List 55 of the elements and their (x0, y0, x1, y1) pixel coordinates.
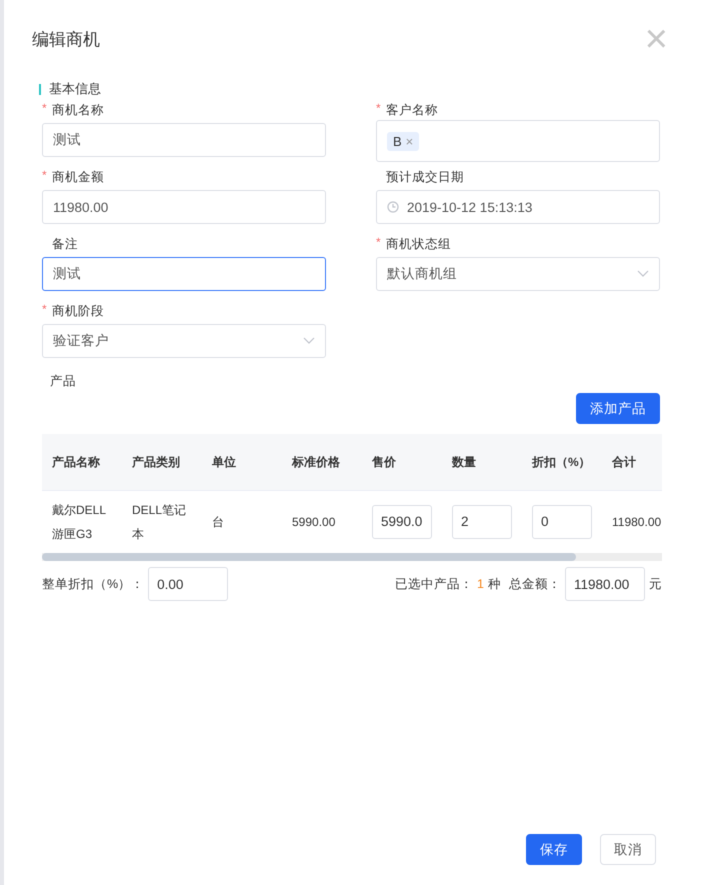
column-header: 合计 (611, 454, 637, 471)
save-button[interactable]: 保存 (526, 834, 582, 865)
input-field[interactable]: 测试 (42, 123, 326, 157)
selected-label: 已选中产品： (395, 576, 474, 592)
column-header: 单位 (211, 454, 237, 471)
field-label: 商机金额 (52, 169, 104, 186)
column-header: 数量 (450, 454, 477, 471)
field-label: 产品 (50, 373, 77, 390)
section-marker (39, 84, 41, 94)
input-field[interactable]: 11980.00 (42, 190, 326, 224)
table-input[interactable]: 5990.0 (372, 505, 432, 539)
add-product-button[interactable]: 添加产品 (576, 393, 660, 424)
column-header: 售价 (371, 454, 397, 471)
table-cell-text: 5990.00 (291, 514, 336, 531)
total-field[interactable]: 11980.00 (565, 567, 645, 601)
column-header: 折扣（%） (530, 454, 592, 471)
field-label: 预计成交日期 (386, 169, 464, 186)
required-mark: * (42, 303, 48, 315)
input-field[interactable]: 测试 (42, 257, 326, 291)
selected-unit: 种 (488, 576, 501, 592)
total-label: 总金额： (509, 576, 561, 592)
cancel-button[interactable]: 取消 (600, 834, 656, 865)
column-header: 产品名称 (51, 454, 101, 471)
column-header: 标准价格 (290, 454, 341, 471)
required-mark: * (376, 102, 382, 114)
required-mark: * (42, 169, 48, 181)
table-input[interactable]: 2 (452, 505, 512, 539)
table-cell-text: DELL笔记本 (131, 502, 188, 543)
date-field[interactable]: 2019-10-12 15:13:13 (376, 190, 660, 224)
select-field[interactable]: 验证客户 (42, 324, 326, 358)
required-mark: * (376, 236, 382, 248)
chevron-down-icon (303, 337, 315, 345)
table-cell-text: 戴尔DELL游匣G3 (51, 502, 108, 543)
scrollbar[interactable] (42, 553, 662, 561)
table-cell-text: 台 (211, 514, 225, 531)
select-field[interactable]: 默认商机组 (376, 257, 660, 291)
tag-label: B (393, 134, 402, 148)
column-header: 产品类别 (131, 454, 181, 471)
field-label: 备注 (52, 236, 78, 253)
selected-count: 1 (477, 577, 484, 591)
chevron-down-icon (637, 270, 649, 278)
section-title: 基本信息 (49, 80, 101, 98)
table-cell-text: 11980.00 (611, 514, 662, 531)
dialog-title: 编辑商机 (32, 28, 100, 50)
field-label: 商机状态组 (386, 236, 451, 253)
field-label: 商机名称 (52, 102, 104, 119)
currency-unit: 元 (649, 576, 662, 592)
required-mark: * (42, 102, 48, 114)
clock-icon (387, 201, 399, 213)
field-label: 客户名称 (386, 102, 438, 119)
table-input[interactable]: 0 (532, 505, 592, 539)
tag-select-field[interactable]: B × (376, 120, 660, 162)
field-label: 商机阶段 (52, 303, 104, 320)
discount-field[interactable]: 0.00 (148, 567, 228, 601)
discount-label: 整单折扣（%）： (42, 576, 144, 592)
